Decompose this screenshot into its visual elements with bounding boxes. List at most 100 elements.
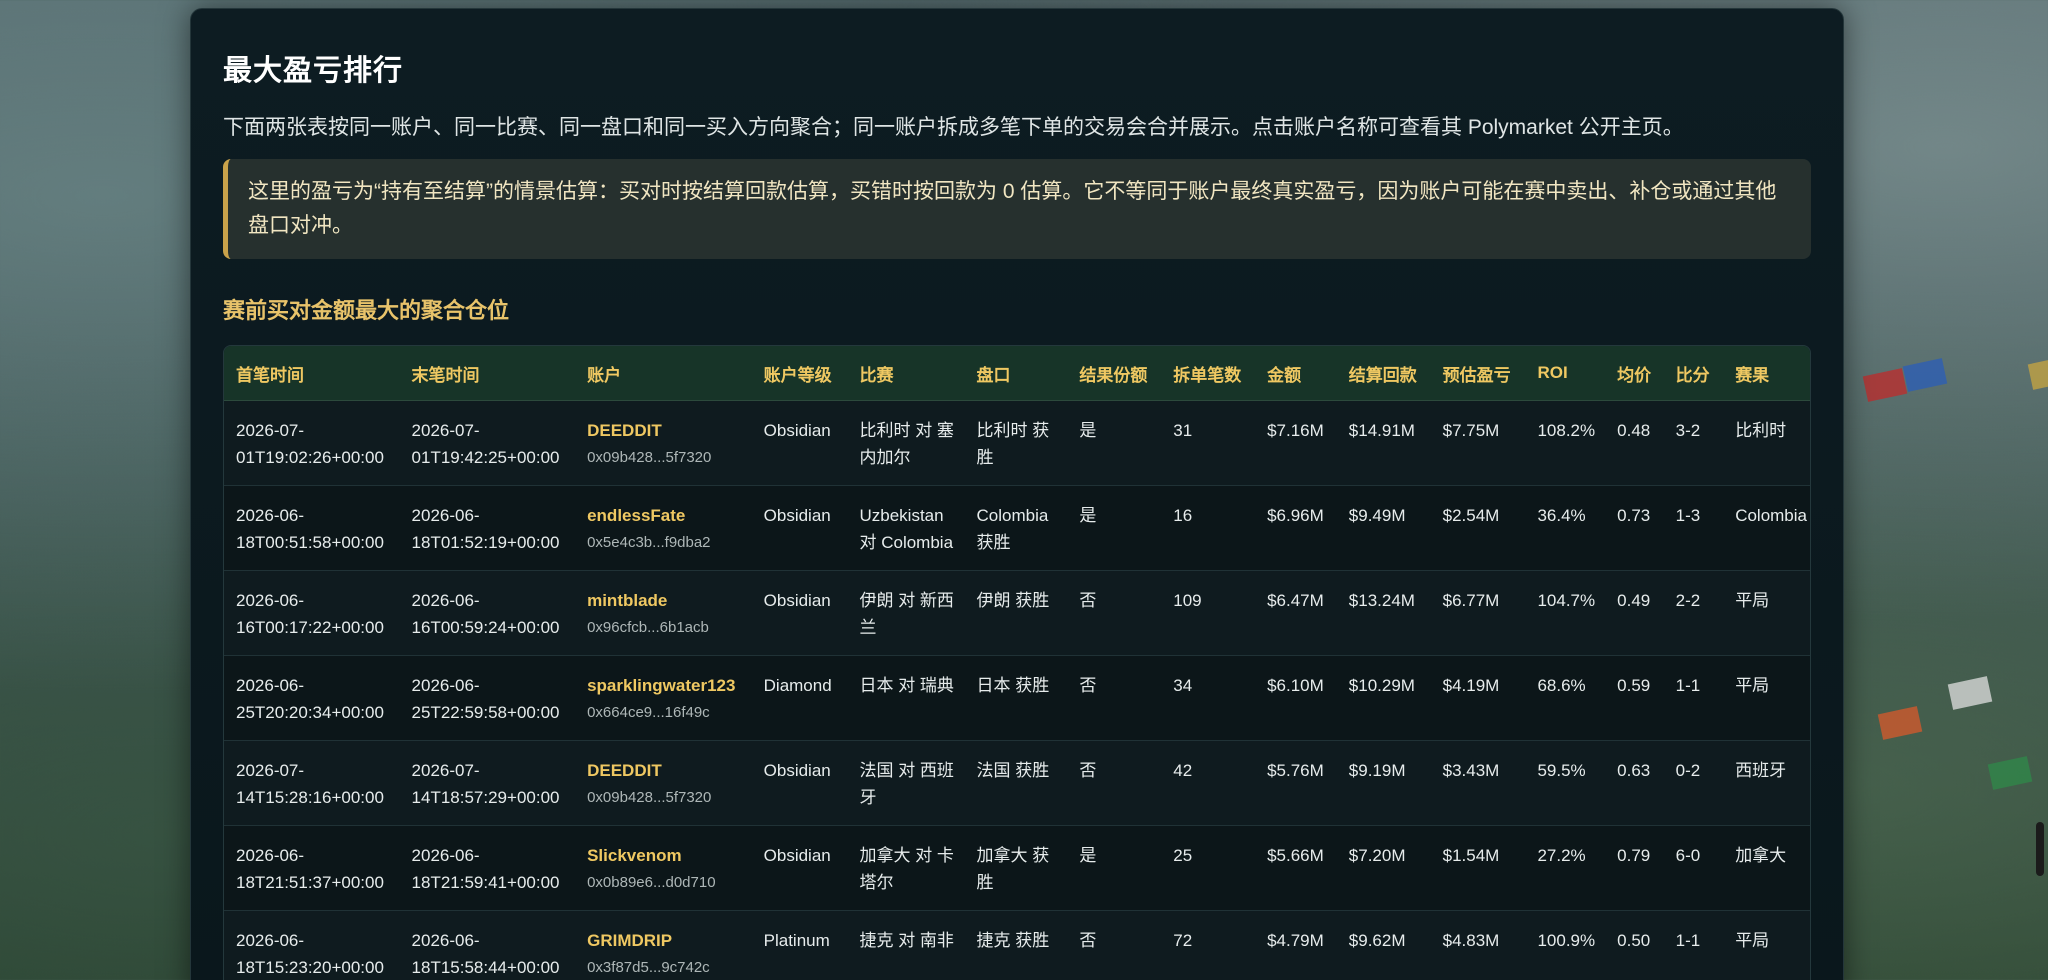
table-subtitle: 赛前买对金额最大的聚合仓位 bbox=[223, 298, 510, 323]
cell-match: 伊朗 对 新西兰 bbox=[847, 570, 965, 656]
cell-first-time: 2026-06-25T20:20:34+00:00 bbox=[224, 655, 400, 741]
cell-outcome: 西班牙 bbox=[1723, 740, 1810, 826]
col-header-tier[interactable]: 账户等级 bbox=[751, 346, 848, 401]
positions-table: 首笔时间 末笔时间 账户 账户等级 比赛 盘口 结果份额 拆单笔数 金额 结算回… bbox=[224, 346, 1810, 980]
col-header-roi[interactable]: ROI bbox=[1525, 346, 1606, 401]
cell-payout: $9.62M bbox=[1336, 910, 1431, 980]
table-row: 2026-06-16T00:17:22+00:00 2026-06-16T00:… bbox=[224, 570, 1810, 656]
cell-amount: $7.16M bbox=[1255, 400, 1337, 486]
account-link[interactable]: endlessFate bbox=[587, 506, 685, 525]
cell-tier: Obsidian bbox=[751, 740, 848, 826]
cell-tier: Obsidian bbox=[751, 400, 848, 486]
cell-account: DEEDDIT 0x09b428...5f7320 bbox=[575, 400, 752, 486]
table-row: 2026-06-18T00:51:58+00:00 2026-06-18T01:… bbox=[224, 485, 1810, 571]
cell-market: 比利时 获胜 bbox=[964, 400, 1068, 486]
cell-tier: Obsidian bbox=[751, 570, 848, 656]
account-link[interactable]: DEEDDIT bbox=[587, 761, 662, 780]
account-address: 0x09b428...5f7320 bbox=[587, 449, 712, 466]
account-link[interactable]: Slickvenom bbox=[587, 846, 682, 865]
flag-decoration bbox=[2027, 356, 2048, 390]
account-address: 0x0b89e6...d0d710 bbox=[587, 874, 716, 891]
cell-splits: 109 bbox=[1161, 570, 1256, 656]
cell-outcome: 平局 bbox=[1723, 910, 1810, 980]
col-header-market[interactable]: 盘口 bbox=[964, 346, 1068, 401]
cell-result: 是 bbox=[1067, 825, 1162, 911]
cell-pnl: $1.54M bbox=[1430, 825, 1526, 911]
col-header-match[interactable]: 比赛 bbox=[847, 346, 965, 401]
cell-account: DEEDDIT 0x09b428...5f7320 bbox=[575, 740, 752, 826]
cell-first-time: 2026-07-14T15:28:16+00:00 bbox=[224, 740, 400, 826]
col-header-outcome[interactable]: 赛果 bbox=[1723, 346, 1810, 401]
account-link[interactable]: mintblade bbox=[587, 591, 667, 610]
cell-payout: $7.20M bbox=[1336, 825, 1431, 911]
cell-match: 比利时 对 塞内加尔 bbox=[847, 400, 965, 486]
cell-outcome: 比利时 bbox=[1723, 400, 1810, 486]
cell-pnl: $6.77M bbox=[1430, 570, 1526, 656]
account-address: 0x96cfcb...6b1acb bbox=[587, 619, 709, 636]
cell-result: 否 bbox=[1067, 910, 1162, 980]
cell-result: 否 bbox=[1067, 655, 1162, 741]
cell-roi: 27.2% bbox=[1525, 825, 1606, 911]
cell-first-time: 2026-06-18T21:51:37+00:00 bbox=[224, 825, 400, 911]
flag-decoration bbox=[1947, 676, 1993, 710]
cell-score: 6-0 bbox=[1663, 825, 1724, 911]
cell-amount: $6.96M bbox=[1255, 485, 1337, 571]
account-link[interactable]: GRIMDRIP bbox=[587, 931, 672, 950]
flag-decoration bbox=[1902, 358, 1948, 392]
cell-last-time: 2026-06-16T00:59:24+00:00 bbox=[399, 570, 576, 656]
cell-roi: 59.5% bbox=[1525, 740, 1606, 826]
cell-score: 3-2 bbox=[1663, 400, 1724, 486]
cell-payout: $9.49M bbox=[1336, 485, 1431, 571]
cell-outcome: 加拿大 bbox=[1723, 825, 1810, 911]
account-link[interactable]: sparklingwater123 bbox=[587, 676, 735, 695]
cell-account: endlessFate 0x5e4c3b...f9dba2 bbox=[575, 485, 752, 571]
table-row: 2026-06-18T21:51:37+00:00 2026-06-18T21:… bbox=[224, 825, 1810, 911]
cell-avg-price: 0.73 bbox=[1605, 485, 1664, 571]
col-header-payout[interactable]: 结算回款 bbox=[1336, 346, 1431, 401]
cell-market: 伊朗 获胜 bbox=[964, 570, 1068, 656]
table-row: 2026-07-14T15:28:16+00:00 2026-07-14T18:… bbox=[224, 740, 1810, 826]
cell-result: 是 bbox=[1067, 485, 1162, 571]
cell-avg-price: 0.79 bbox=[1605, 825, 1664, 911]
cell-match: 捷克 对 南非 bbox=[847, 910, 965, 980]
col-header-first-time[interactable]: 首笔时间 bbox=[224, 346, 400, 401]
col-header-pnl[interactable]: 预估盈亏 bbox=[1430, 346, 1526, 401]
col-header-result[interactable]: 结果份额 bbox=[1067, 346, 1162, 401]
cell-payout: $13.24M bbox=[1336, 570, 1431, 656]
scrollbar-thumb[interactable] bbox=[2036, 822, 2044, 876]
cell-first-time: 2026-06-16T00:17:22+00:00 bbox=[224, 570, 400, 656]
cell-match: Uzbekistan 对 Colombia bbox=[847, 485, 965, 571]
col-header-score[interactable]: 比分 bbox=[1663, 346, 1724, 401]
cell-avg-price: 0.63 bbox=[1605, 740, 1664, 826]
cell-pnl: $3.43M bbox=[1430, 740, 1526, 826]
cell-market: 日本 获胜 bbox=[964, 655, 1068, 741]
cell-account: GRIMDRIP 0x3f87d5...9c742c bbox=[575, 910, 752, 980]
table-row: 2026-07-01T19:02:26+00:00 2026-07-01T19:… bbox=[224, 400, 1810, 486]
cell-result: 是 bbox=[1067, 400, 1162, 486]
col-header-account[interactable]: 账户 bbox=[575, 346, 752, 401]
cell-avg-price: 0.49 bbox=[1605, 570, 1664, 656]
section-description: 下面两张表按同一账户、同一比赛、同一盘口和同一买入方向聚合；同一账户拆成多笔下单… bbox=[223, 116, 1684, 139]
flag-decoration bbox=[1877, 706, 1923, 740]
cell-account: Slickvenom 0x0b89e6...d0d710 bbox=[575, 825, 752, 911]
account-address: 0x5e4c3b...f9dba2 bbox=[587, 534, 711, 551]
cell-tier: Obsidian bbox=[751, 825, 848, 911]
cell-result: 否 bbox=[1067, 570, 1162, 656]
cell-last-time: 2026-06-18T01:52:19+00:00 bbox=[399, 485, 576, 571]
cell-amount: $6.10M bbox=[1255, 655, 1337, 741]
table-row: 2026-06-25T20:20:34+00:00 2026-06-25T22:… bbox=[224, 655, 1810, 741]
cell-amount: $6.47M bbox=[1255, 570, 1337, 656]
account-address: 0x664ce9...16f49c bbox=[587, 704, 710, 721]
col-header-avg-price[interactable]: 均价 bbox=[1605, 346, 1664, 401]
account-link[interactable]: DEEDDIT bbox=[587, 421, 662, 440]
cell-amount: $5.66M bbox=[1255, 825, 1337, 911]
cell-market: 加拿大 获胜 bbox=[964, 825, 1068, 911]
cell-roi: 104.7% bbox=[1525, 570, 1606, 656]
col-header-last-time[interactable]: 末笔时间 bbox=[399, 346, 576, 401]
cell-market: 法国 获胜 bbox=[964, 740, 1068, 826]
col-header-splits[interactable]: 拆单笔数 bbox=[1161, 346, 1256, 401]
disclaimer-note: 这里的盈亏为“持有至结算”的情景估算：买对时按结算回款估算，买错时按回款为 0 … bbox=[223, 159, 1811, 259]
col-header-amount[interactable]: 金额 bbox=[1255, 346, 1337, 401]
cell-score: 2-2 bbox=[1663, 570, 1724, 656]
cell-payout: $14.91M bbox=[1336, 400, 1431, 486]
